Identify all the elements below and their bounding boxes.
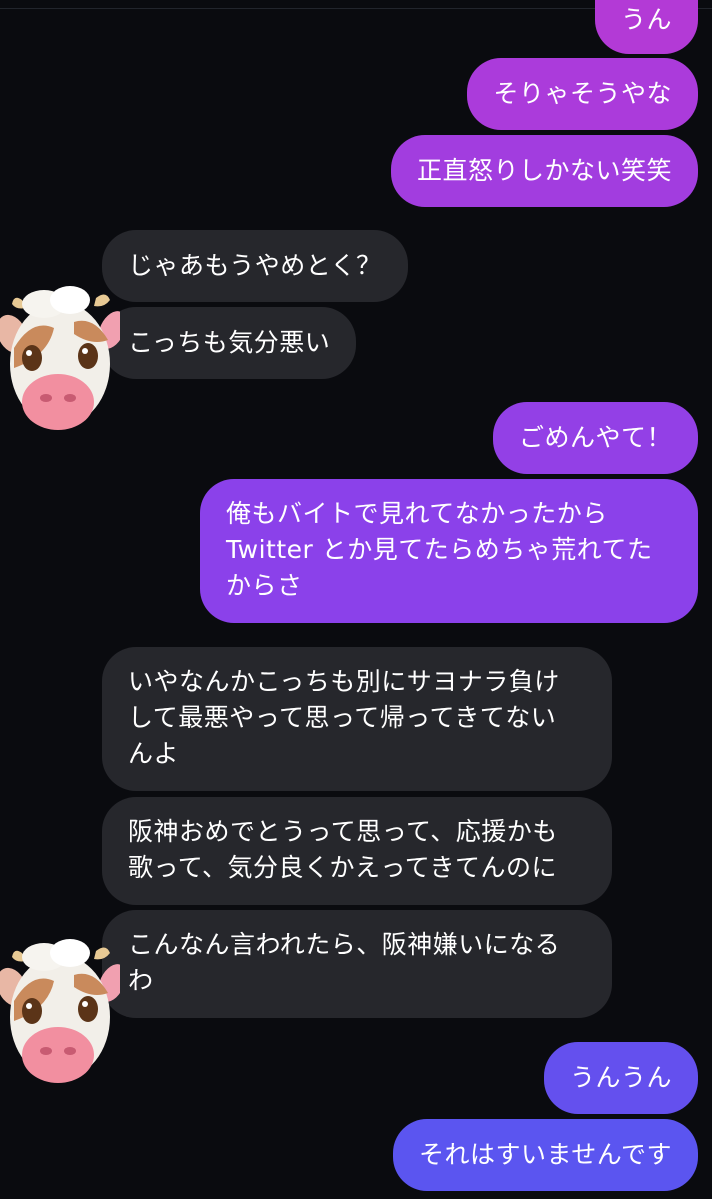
message-bubble-sent[interactable]: それはすいませんです <box>392 1119 698 1191</box>
message-bubble-received[interactable]: こっちも気分悪い <box>102 307 357 379</box>
message-bubble-sent[interactable]: うん <box>594 0 698 54</box>
cow-memoji-icon <box>0 282 126 442</box>
message-bubble-received[interactable]: こんなん言われたら、阪神嫌いになる わ <box>102 910 612 1018</box>
message-bubble-sent[interactable]: うんうん <box>543 1042 698 1114</box>
cow-memoji-icon <box>0 935 126 1095</box>
message-bubble-sent[interactable]: 正直怒りしかない笑笑 <box>390 135 698 207</box>
message-bubble-sent[interactable]: そりゃそうやな <box>467 58 698 130</box>
message-bubble-sent[interactable]: ごめんやて！ <box>492 402 698 474</box>
message-bubble-sent[interactable]: 俺もバイトで見れてなかったから Twitter とか見てたらめちゃ荒れてた から… <box>200 479 698 623</box>
message-bubble-received[interactable]: いやなんかこっちも別にサヨナラ負け して最悪やって思って帰ってきてない んよ <box>102 647 612 791</box>
message-bubble-received[interactable]: 阪神おめでとうって思って、応援かも 歌って、気分良くかえってきてんのに <box>102 797 612 905</box>
message-bubble-received[interactable]: じゃあもうやめとく？ <box>102 230 408 302</box>
